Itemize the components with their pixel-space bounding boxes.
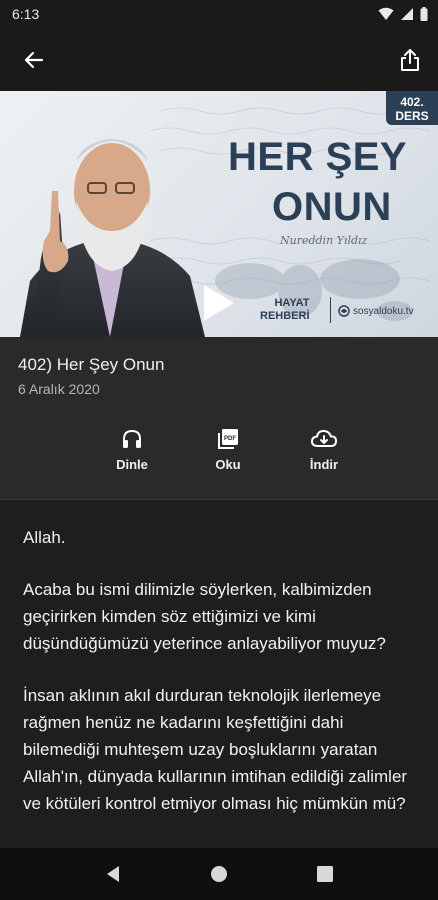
nav-home-icon: [211, 866, 227, 882]
thumbnail-title-line2: ONUN: [272, 185, 392, 229]
cloud-download-icon: [311, 429, 337, 447]
play-icon[interactable]: [200, 283, 236, 323]
signature: Nureddin Yıldız: [280, 234, 368, 247]
nav-back-icon: [107, 866, 119, 882]
share-button[interactable]: [394, 44, 426, 76]
lesson-number-badge: 402. DERS: [386, 91, 438, 125]
nav-back-button[interactable]: [93, 854, 133, 894]
logo-text: sosyaldoku.tv: [353, 305, 414, 317]
system-nav-bar: [0, 848, 438, 900]
article-paragraph: İnsan aklının akıl durduran teknolojik i…: [23, 686, 408, 813]
series-name: HAYAT REHBERİ: [260, 297, 310, 323]
status-icons: [378, 7, 428, 21]
read-label: Oku: [215, 457, 241, 472]
signal-icon: [401, 8, 413, 20]
brand-logo: sosyaldoku.tv: [338, 305, 414, 317]
pdf-icon: PDF: [218, 429, 238, 449]
badge-label: DERS: [395, 109, 429, 123]
status-time: 6:13: [12, 6, 40, 22]
episode-thumbnail[interactable]: 402. DERS HER ŞEY ONUN Nureddin Yıldız H…: [0, 91, 438, 337]
episode-title: 402) Her Şey Onun: [18, 355, 165, 374]
headphones-icon: [123, 429, 141, 448]
logo-divider: [330, 297, 331, 323]
presenter-image: [20, 139, 205, 337]
nav-home-button[interactable]: [199, 854, 239, 894]
download-label: İndir: [309, 457, 339, 472]
back-button[interactable]: [18, 44, 50, 76]
thumbnail-title-line1: HER ŞEY: [228, 135, 408, 179]
app-bar: [0, 28, 438, 91]
download-button[interactable]: İndir: [276, 419, 372, 499]
status-bar: 6:13: [0, 0, 438, 28]
action-row: Dinle PDF Oku İndir: [0, 419, 438, 499]
read-button[interactable]: PDF Oku: [180, 419, 276, 499]
listen-label: Dinle: [116, 457, 148, 472]
arrow-back-icon: [24, 51, 44, 68]
article-paragraph: Acaba bu ismi dilimizle söylerken, kalbi…: [23, 580, 386, 653]
series-line1: HAYAT: [274, 297, 310, 309]
article-paragraph: Allah.: [23, 528, 66, 547]
article-body: Allah. Acaba bu ismi dilimizle söylerken…: [0, 500, 438, 830]
episode-meta: 402) Her Şey Onun 6 Aralık 2020: [0, 337, 438, 419]
episode-date: 6 Aralık 2020: [18, 381, 100, 397]
badge-number: 402.: [400, 95, 424, 109]
logo-mark-icon: [338, 305, 350, 317]
nav-recents-icon: [317, 866, 333, 882]
series-line2: REHBERİ: [260, 310, 310, 322]
share-icon: [401, 48, 419, 71]
svg-text:PDF: PDF: [224, 436, 236, 442]
battery-icon: [420, 7, 428, 21]
listen-button[interactable]: Dinle: [84, 419, 180, 499]
nav-recents-button[interactable]: [305, 854, 345, 894]
wifi-icon: [378, 7, 394, 20]
